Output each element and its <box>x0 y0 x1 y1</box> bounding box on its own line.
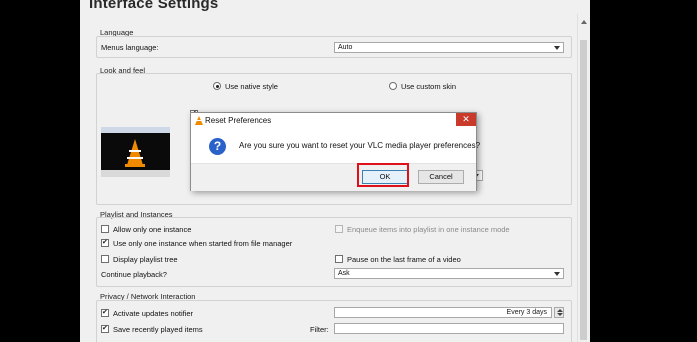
reset-preferences-dialog: Reset Preferences ✕ ? Are you sure you w… <box>190 112 481 191</box>
display-playlist-tree-label: Display playlist tree <box>113 255 178 264</box>
section-header: Interface Settings <box>80 0 590 14</box>
native-style-label: Use native style <box>225 82 278 91</box>
native-style-preview-image <box>101 127 170 177</box>
updates-spin-buttons[interactable] <box>554 307 564 318</box>
dialog-message: Are you sure you want to reset your VLC … <box>239 141 481 150</box>
menus-language-label: Menus language: <box>101 43 159 52</box>
save-recent-label: Save recently played items <box>113 325 203 334</box>
one-instance-file-manager-checkbox[interactable] <box>101 238 109 247</box>
vlc-cone-icon <box>195 116 203 125</box>
updates-frequency-spinbox[interactable]: Every 3 days <box>334 307 552 318</box>
cancel-button[interactable]: Cancel <box>418 170 464 184</box>
chevron-down-icon <box>554 46 560 50</box>
vertical-scrollbar[interactable] <box>577 14 589 342</box>
one-instance-file-manager-label: Use only one instance when started from … <box>113 239 293 248</box>
display-playlist-tree-checkbox[interactable] <box>101 255 109 263</box>
updates-frequency-value: Every 3 days <box>506 309 547 316</box>
continue-playback-value: Ask <box>338 270 350 277</box>
scroll-up-icon[interactable] <box>581 20 587 24</box>
ok-button-highlight <box>357 163 409 187</box>
allow-one-instance-label: Allow only one instance <box>113 225 192 234</box>
page-title: Interface Settings <box>89 0 219 12</box>
spin-down-icon <box>556 313 563 316</box>
pause-last-frame-label: Pause on the last frame of a video <box>347 255 461 264</box>
filter-input[interactable] <box>334 323 564 334</box>
custom-skin-label: Use custom skin <box>401 82 457 91</box>
enqueue-items-label: Enqueue items into playlist in one insta… <box>347 225 510 234</box>
enqueue-items-checkbox[interactable] <box>335 225 343 233</box>
menus-language-value: Auto <box>338 44 353 51</box>
menus-language-dropdown[interactable]: Auto <box>334 42 564 53</box>
native-style-radio[interactable] <box>213 82 221 90</box>
dialog-title: Reset Preferences <box>205 116 272 125</box>
save-recent-checkbox[interactable] <box>101 324 109 333</box>
close-icon[interactable]: ✕ <box>456 113 476 126</box>
chevron-down-icon <box>554 272 560 276</box>
scroll-thumb[interactable] <box>580 40 587 340</box>
allow-one-instance-checkbox[interactable] <box>101 225 109 233</box>
continue-playback-dropdown[interactable]: Ask <box>334 268 564 279</box>
preview-controls-bar <box>101 170 170 177</box>
question-icon: ? <box>209 138 226 155</box>
activate-updates-label: Activate updates notifier <box>113 309 194 318</box>
activate-updates-checkbox[interactable] <box>101 308 109 317</box>
continue-playback-label: Continue playback? <box>101 270 167 279</box>
filter-label: Filter: <box>310 325 329 334</box>
spin-up-icon <box>556 308 563 312</box>
pause-last-frame-checkbox[interactable] <box>335 255 343 263</box>
custom-skin-radio[interactable] <box>389 82 397 90</box>
